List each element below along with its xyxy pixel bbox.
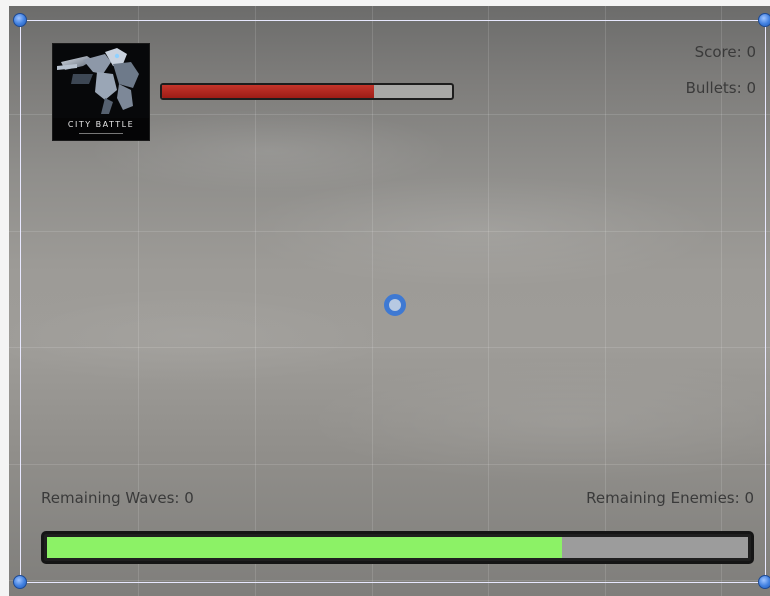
logo-title: CITY BATTLE: [67, 120, 135, 129]
wave-progress-track: [47, 537, 748, 558]
selection-handle-icon[interactable]: [13, 13, 27, 27]
grid-line: [9, 464, 770, 465]
selection-frame-bottom: [20, 582, 765, 583]
mech-robot-icon: [53, 44, 149, 118]
player-health-fill: [162, 85, 374, 98]
wave-progress-bar: [41, 531, 754, 564]
grid-line: [488, 6, 489, 596]
grid-line: [9, 231, 770, 232]
selection-handle-icon[interactable]: [758, 575, 770, 589]
selection-frame-top: [20, 20, 765, 21]
remaining-enemies-label: Remaining Enemies: 0: [586, 489, 754, 507]
logo-underline: [79, 133, 123, 134]
score-label: Score: 0: [694, 43, 756, 61]
grid-line: [605, 6, 606, 596]
game-logo: CITY BATTLE: [52, 43, 150, 141]
wave-progress-fill: [47, 537, 563, 558]
grid-line: [9, 347, 770, 348]
player-health-bar: [160, 83, 454, 100]
selection-frame-left: [20, 20, 21, 583]
grid-line: [9, 580, 770, 581]
bullets-label: Bullets: 0: [685, 79, 756, 97]
crosshair-ring-icon: [384, 294, 406, 316]
selection-handle-icon[interactable]: [758, 13, 770, 27]
remaining-waves-label: Remaining Waves: 0: [41, 489, 194, 507]
selection-handle-icon[interactable]: [13, 575, 27, 589]
selection-frame-right: [765, 20, 766, 583]
